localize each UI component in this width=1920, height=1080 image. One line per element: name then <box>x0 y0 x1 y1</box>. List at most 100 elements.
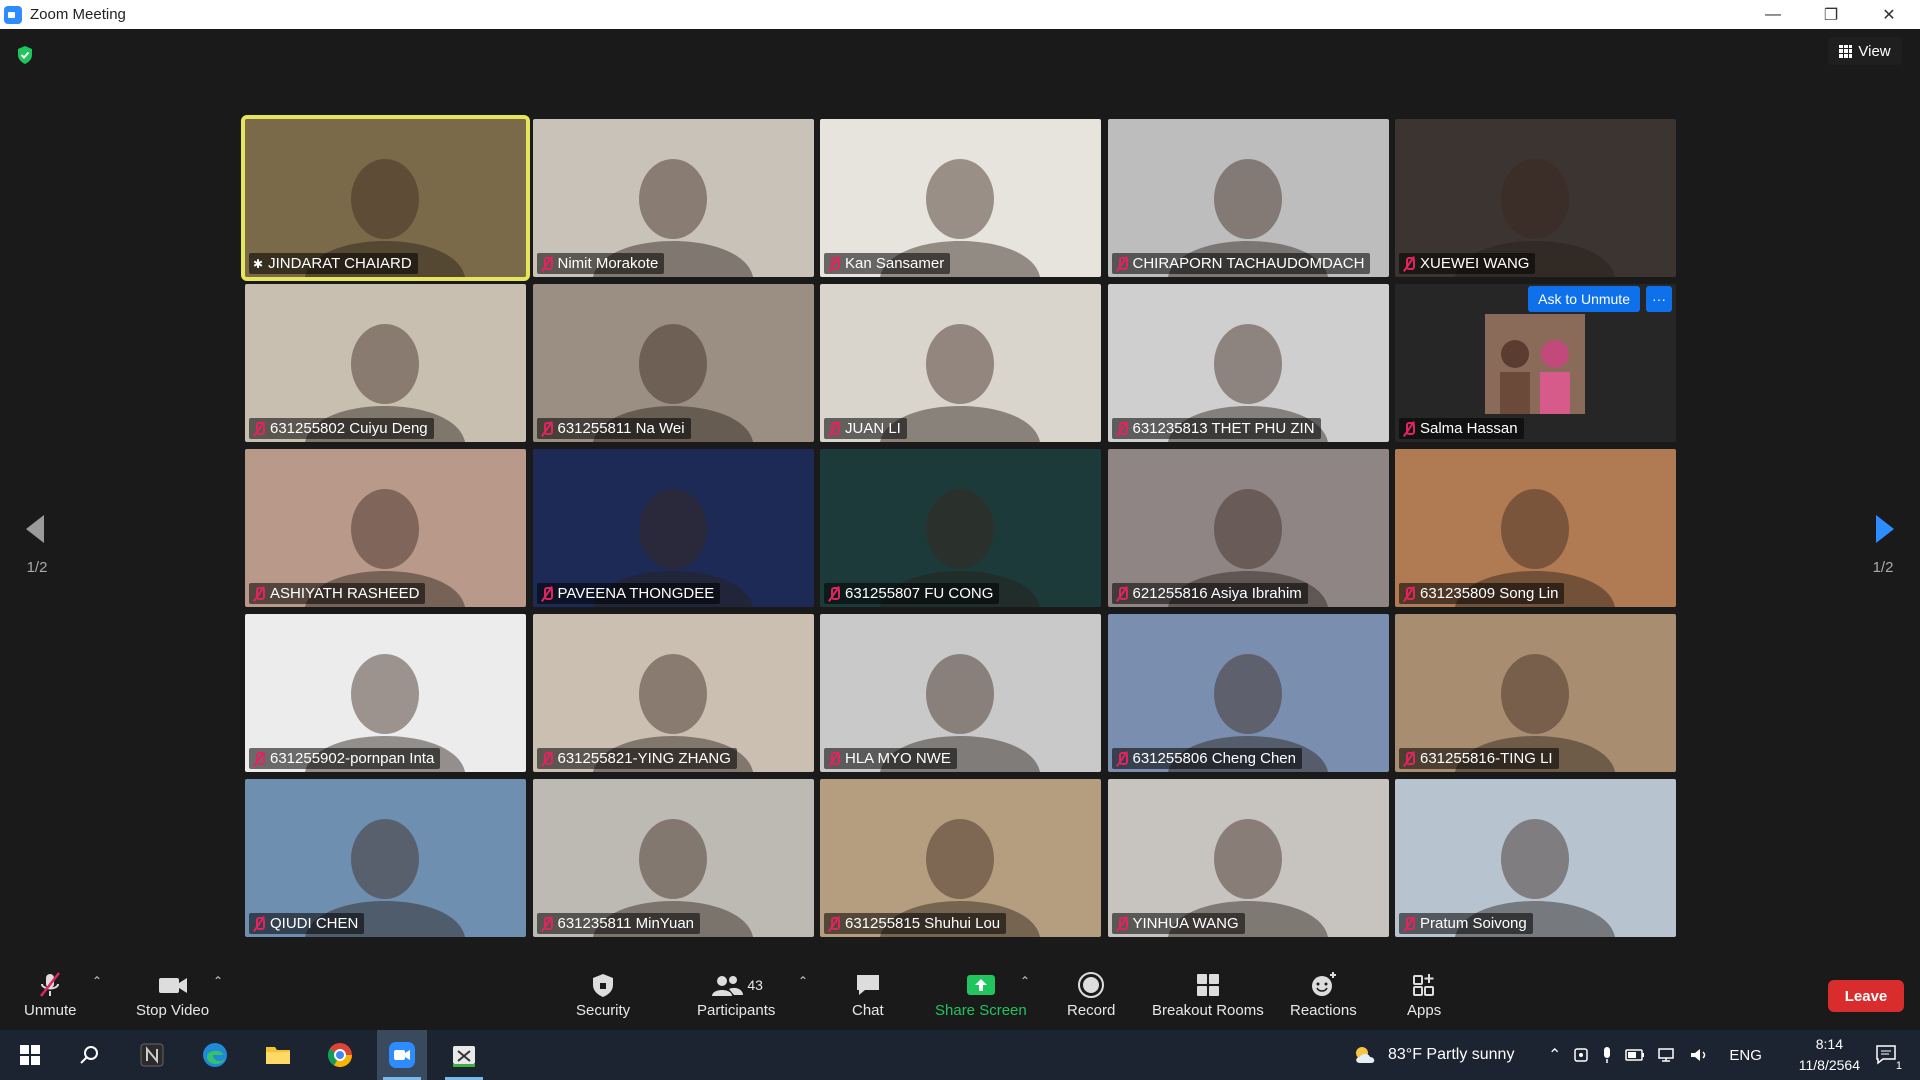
apps-button[interactable]: Apps <box>1407 970 1441 1019</box>
encryption-shield-icon[interactable] <box>16 45 34 65</box>
taskbar-notes-app[interactable] <box>127 1030 177 1080</box>
audio-options-caret-icon[interactable]: ⌃ <box>92 974 102 988</box>
participant-tile[interactable]: 631255816-TING LI <box>1395 614 1676 772</box>
participant-name: Nimit Morakote <box>557 255 659 272</box>
pin-icon: ✱ <box>253 256 264 271</box>
participant-name-label: 631255816-TING LI <box>1399 748 1559 769</box>
taskbar-clock[interactable]: 8:14 11/8/2564 <box>1799 1034 1860 1076</box>
participant-tile[interactable]: JUAN LI <box>820 284 1101 442</box>
share-screen-button[interactable]: Share Screen <box>935 970 1027 1019</box>
participant-tile[interactable]: 631255821-YING ZHANG <box>532 614 814 772</box>
minimize-button[interactable]: — <box>1744 0 1802 29</box>
participant-name-label: CHIRAPORN TACHAUDOMDACH <box>1111 253 1371 274</box>
muted-mic-icon <box>1116 916 1128 931</box>
participant-name-label: 631255806 Cheng Chen <box>1111 748 1302 769</box>
muted-mic-icon <box>253 586 265 601</box>
taskbar-snipping-tool[interactable] <box>439 1030 489 1080</box>
participant-name-label: QIUDI CHEN <box>249 913 365 934</box>
meeting-stage: View 1/2 1/2 ✱ JINDARAT CHAIARD Nimit Mora… <box>0 29 1920 964</box>
participant-name-label: HLA MYO NWE <box>824 748 957 769</box>
participant-tile[interactable]: Nimit Morakote <box>532 119 814 277</box>
tray-overflow-chevron-icon[interactable]: ⌃ <box>1548 1045 1561 1065</box>
participant-tile[interactable]: 631255802 Cuiyu Deng <box>245 284 526 442</box>
more-options-button[interactable]: ··· <box>1646 286 1672 312</box>
ask-to-unmute-button[interactable]: Ask to Unmute <box>1528 286 1640 312</box>
clock-date: 11/8/2564 <box>1798 1057 1860 1073</box>
grid-icon <box>1839 44 1853 58</box>
windows-start-button[interactable] <box>5 1030 55 1080</box>
network-icon[interactable] <box>1657 1047 1677 1063</box>
muted-mic-icon <box>828 256 840 271</box>
restore-button[interactable]: ❐ <box>1802 0 1860 29</box>
participant-tile[interactable]: 631255807 FU CONG <box>820 449 1101 607</box>
muted-mic-icon <box>1403 256 1415 271</box>
reactions-smiley-icon <box>1312 972 1337 996</box>
video-options-caret-icon[interactable]: ⌃ <box>213 974 223 988</box>
participant-tile[interactable]: 631235809 Song Lin <box>1395 449 1676 607</box>
microphone-tray-icon[interactable] <box>1601 1046 1613 1064</box>
input-language[interactable]: ENG <box>1729 1047 1762 1064</box>
battery-icon[interactable] <box>1625 1048 1645 1062</box>
view-button[interactable]: View <box>1828 37 1902 65</box>
security-label: Security <box>576 1002 631 1019</box>
next-page-arrow-icon[interactable] <box>1870 509 1900 549</box>
chat-button[interactable]: Chat <box>852 970 884 1019</box>
participant-tile[interactable]: HLA MYO NWE <box>820 614 1101 772</box>
unmute-button[interactable]: Unmute <box>24 970 77 1019</box>
notification-center-button[interactable]: 1 <box>1862 1030 1912 1080</box>
weather-widget[interactable]: 83°F Partly sunny <box>1352 1030 1514 1080</box>
participant-name: XUEWEI WANG <box>1420 255 1530 272</box>
zoom-app-icon <box>389 1042 415 1068</box>
participant-tile[interactable]: QIUDI CHEN <box>245 779 526 937</box>
apps-label: Apps <box>1407 1002 1442 1019</box>
leave-button[interactable]: Leave <box>1828 980 1904 1012</box>
taskbar-chrome-browser[interactable] <box>315 1030 365 1080</box>
participant-tile[interactable]: 631255806 Cheng Chen <box>1107 614 1389 772</box>
participant-tile[interactable]: Kan Sansamer <box>820 119 1101 277</box>
participant-video-grid: ✱ JINDARAT CHAIARD Nimit Morakote Kan Sansa… <box>241 115 1676 939</box>
previous-page-arrow-icon[interactable] <box>20 509 50 549</box>
record-button[interactable]: Record <box>1067 970 1115 1019</box>
muted-mic-icon <box>541 256 553 271</box>
view-label: View <box>1858 42 1891 60</box>
participant-tile[interactable]: XUEWEI WANG <box>1395 119 1676 277</box>
breakout-rooms-button[interactable]: Breakout Rooms <box>1152 970 1264 1019</box>
participant-name: 631255821-YING ZHANG <box>557 750 731 767</box>
participant-tile[interactable]: 631235813 THET PHU ZIN <box>1107 284 1389 442</box>
record-icon <box>1078 972 1105 998</box>
security-button[interactable]: Security <box>576 970 630 1019</box>
taskbar-file-explorer[interactable] <box>253 1030 303 1080</box>
volume-icon[interactable] <box>1689 1047 1709 1063</box>
participant-tile[interactable]: 631235811 MinYuan <box>532 779 814 937</box>
participant-tile[interactable]: 631255811 Na Wei <box>532 284 814 442</box>
camera-tray-icon[interactable] <box>1573 1046 1589 1064</box>
participant-name-label: ASHIYATH RASHEED <box>249 583 426 604</box>
participants-count: 43 <box>747 977 763 993</box>
participant-tile[interactable]: YINHUA WANG <box>1107 779 1389 937</box>
reactions-button[interactable]: Reactions <box>1290 970 1357 1019</box>
participant-tile[interactable]: ASHIYATH RASHEED <box>245 449 526 607</box>
participant-tile[interactable]: Ask to Unmute ··· Salma Hassan <box>1395 284 1676 442</box>
edge-browser-icon <box>203 1043 227 1067</box>
participant-name-label: 621255816 Asiya Ibrahim <box>1111 583 1308 604</box>
participant-tile[interactable]: 631255902-pornpan Inta <box>245 614 526 772</box>
participant-name: 631255806 Cheng Chen <box>1132 750 1296 767</box>
muted-mic-icon <box>1403 421 1415 436</box>
participant-tile[interactable]: 621255816 Asiya Ibrahim <box>1107 449 1389 607</box>
participant-tile[interactable]: Pratum Soivong <box>1395 779 1676 937</box>
share-options-caret-icon[interactable]: ⌃ <box>1020 974 1030 988</box>
participants-options-caret-icon[interactable]: ⌃ <box>798 974 808 988</box>
muted-mic-icon <box>1403 916 1415 931</box>
participant-tile[interactable]: CHIRAPORN TACHAUDOMDACH <box>1107 119 1389 277</box>
close-button[interactable]: ✕ <box>1860 0 1918 29</box>
taskbar-edge-browser[interactable] <box>190 1030 240 1080</box>
participants-button[interactable]: 43 Participants <box>697 970 775 1019</box>
taskbar-search-button[interactable] <box>64 1030 114 1080</box>
stop-video-button[interactable]: Stop Video <box>136 970 209 1019</box>
taskbar-zoom-app[interactable] <box>377 1030 427 1080</box>
participant-tile[interactable]: ✱ JINDARAT CHAIARD <box>241 115 530 281</box>
weather-text: 83°F Partly sunny <box>1388 1046 1515 1063</box>
participant-tile[interactable]: PAVEENA THONGDEE <box>532 449 814 607</box>
participant-name: 631235811 MinYuan <box>557 915 695 932</box>
participant-tile[interactable]: 631255815 Shuhui Lou <box>820 779 1101 937</box>
